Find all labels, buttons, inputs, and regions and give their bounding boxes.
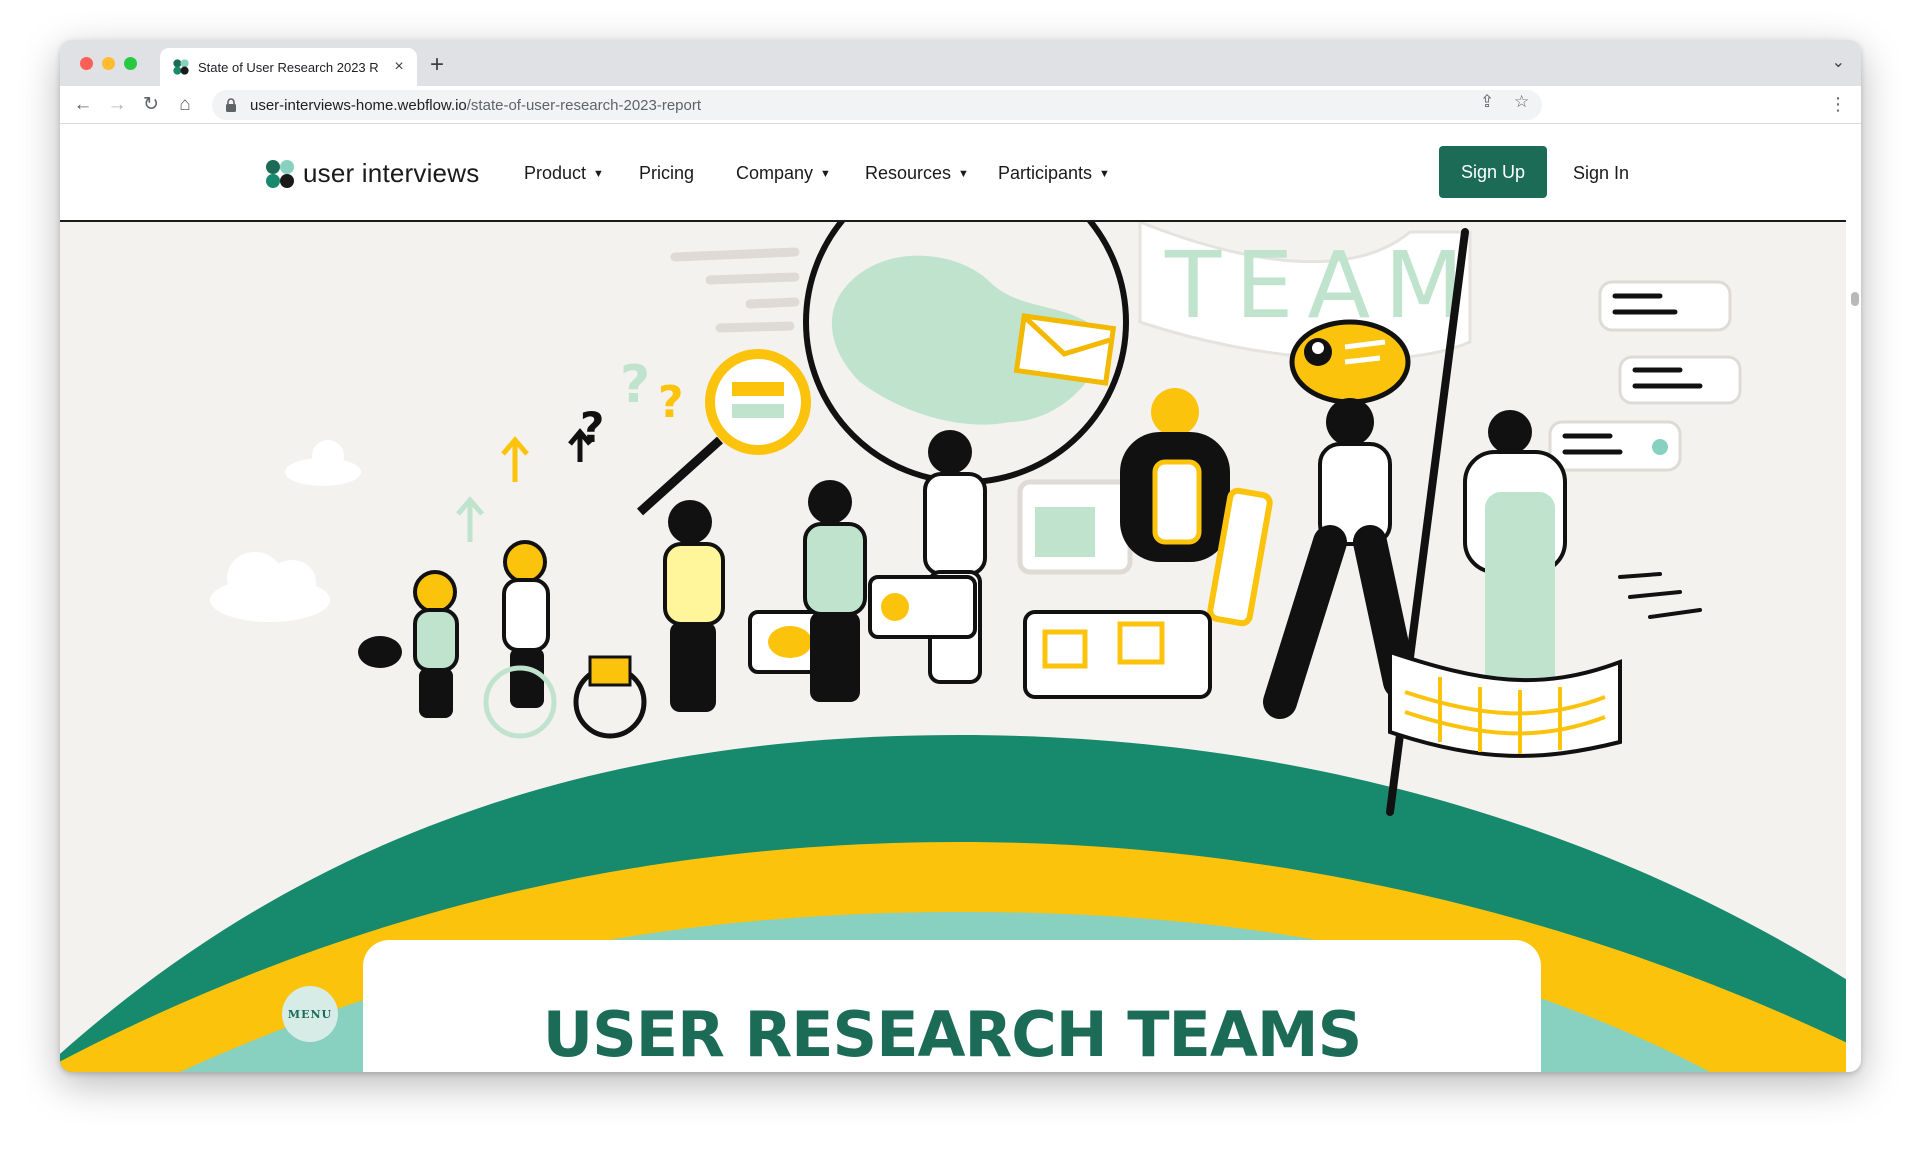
nav-participants[interactable]: Participants ▼ <box>998 163 1110 184</box>
more-menu-icon[interactable]: ⋮ <box>1829 94 1847 115</box>
new-tab-button[interactable]: + <box>430 51 444 79</box>
svg-text:?: ? <box>620 355 650 415</box>
tab-strip: State of User Research 2023 R × + ⌄ <box>60 40 1861 86</box>
url-path: /state-of-user-research-2023-report <box>466 96 702 114</box>
browser-toolbar: ← → ↻ ⌂ user-interviews-home.webflow.io /… <box>60 86 1861 124</box>
tab-close-icon[interactable]: × <box>391 58 407 76</box>
window-controls <box>80 57 137 70</box>
floating-menu-button[interactable]: MENU <box>282 986 338 1042</box>
nav-participants-label: Participants <box>998 163 1093 183</box>
address-bar[interactable]: user-interviews-home.webflow.io/state-of… <box>212 90 1542 120</box>
hero-section: TEAM ? ? ? USER RESEARCH TEAMS MENU <box>60 222 1846 1072</box>
sign-up-button[interactable]: Sign Up <box>1439 146 1547 198</box>
chevron-down-icon: ▼ <box>820 167 831 180</box>
question-mark-icons: ? ? ? <box>580 355 684 452</box>
nav-pricing-label: Pricing <box>639 163 695 183</box>
cloud-icon <box>210 440 361 622</box>
back-arrow-icon[interactable]: ← <box>70 92 96 118</box>
page-scrollbar[interactable] <box>1851 292 1859 306</box>
nav-pricing[interactable]: Pricing <box>639 163 694 184</box>
svg-text:?: ? <box>580 403 604 452</box>
arrow-up-icons <box>456 428 592 542</box>
motion-lines <box>670 247 800 333</box>
home-icon[interactable]: ⌂ <box>172 92 198 118</box>
flag-banner-text: TEAM <box>1164 232 1478 339</box>
tab-title: State of User Research 2023 R <box>198 59 379 75</box>
share-icon[interactable]: ⇪ <box>1480 92 1494 112</box>
page-title: USER RESEARCH TEAMS <box>542 998 1362 1071</box>
minimize-window-button[interactable] <box>102 57 115 70</box>
nav-company-label: Company <box>736 163 814 183</box>
close-window-button[interactable] <box>80 57 93 70</box>
browser-window: State of User Research 2023 R × + ⌄ ← → … <box>60 40 1861 1072</box>
sign-in-link[interactable]: Sign In <box>1573 163 1629 184</box>
browser-tab[interactable]: State of User Research 2023 R × <box>160 48 417 86</box>
hero-title-card: USER RESEARCH TEAMS <box>363 940 1541 1072</box>
favicon-icon <box>173 59 189 75</box>
site-logo[interactable]: user interviews <box>265 158 479 189</box>
nav-resources[interactable]: Resources ▼ <box>865 163 969 184</box>
reload-icon[interactable]: ↻ <box>138 92 164 118</box>
logo-text: user interviews <box>303 158 480 188</box>
logo-mark-icon <box>266 159 294 188</box>
tab-search-chevron-icon[interactable]: ⌄ <box>1832 52 1845 72</box>
chat-bubble-icon <box>1289 319 1411 405</box>
chevron-down-icon: ▼ <box>958 167 969 180</box>
url-host: user-interviews-home.webflow.io <box>250 96 467 114</box>
chevron-down-icon: ▼ <box>1099 167 1110 180</box>
nav-product-label: Product <box>524 163 587 183</box>
nav-product[interactable]: Product ▼ <box>524 163 604 184</box>
chevron-down-icon: ▼ <box>593 167 604 180</box>
lock-icon <box>226 98 236 112</box>
nav-company[interactable]: Company ▼ <box>736 163 831 184</box>
svg-text:?: ? <box>658 377 684 428</box>
nav-resources-label: Resources <box>865 163 952 183</box>
bookmark-star-icon[interactable]: ☆ <box>1514 92 1529 112</box>
maximize-window-button[interactable] <box>124 57 137 70</box>
forward-arrow-icon[interactable]: → <box>104 92 130 118</box>
site-header: user interviews Product ▼ Pricing Company… <box>60 124 1846 222</box>
